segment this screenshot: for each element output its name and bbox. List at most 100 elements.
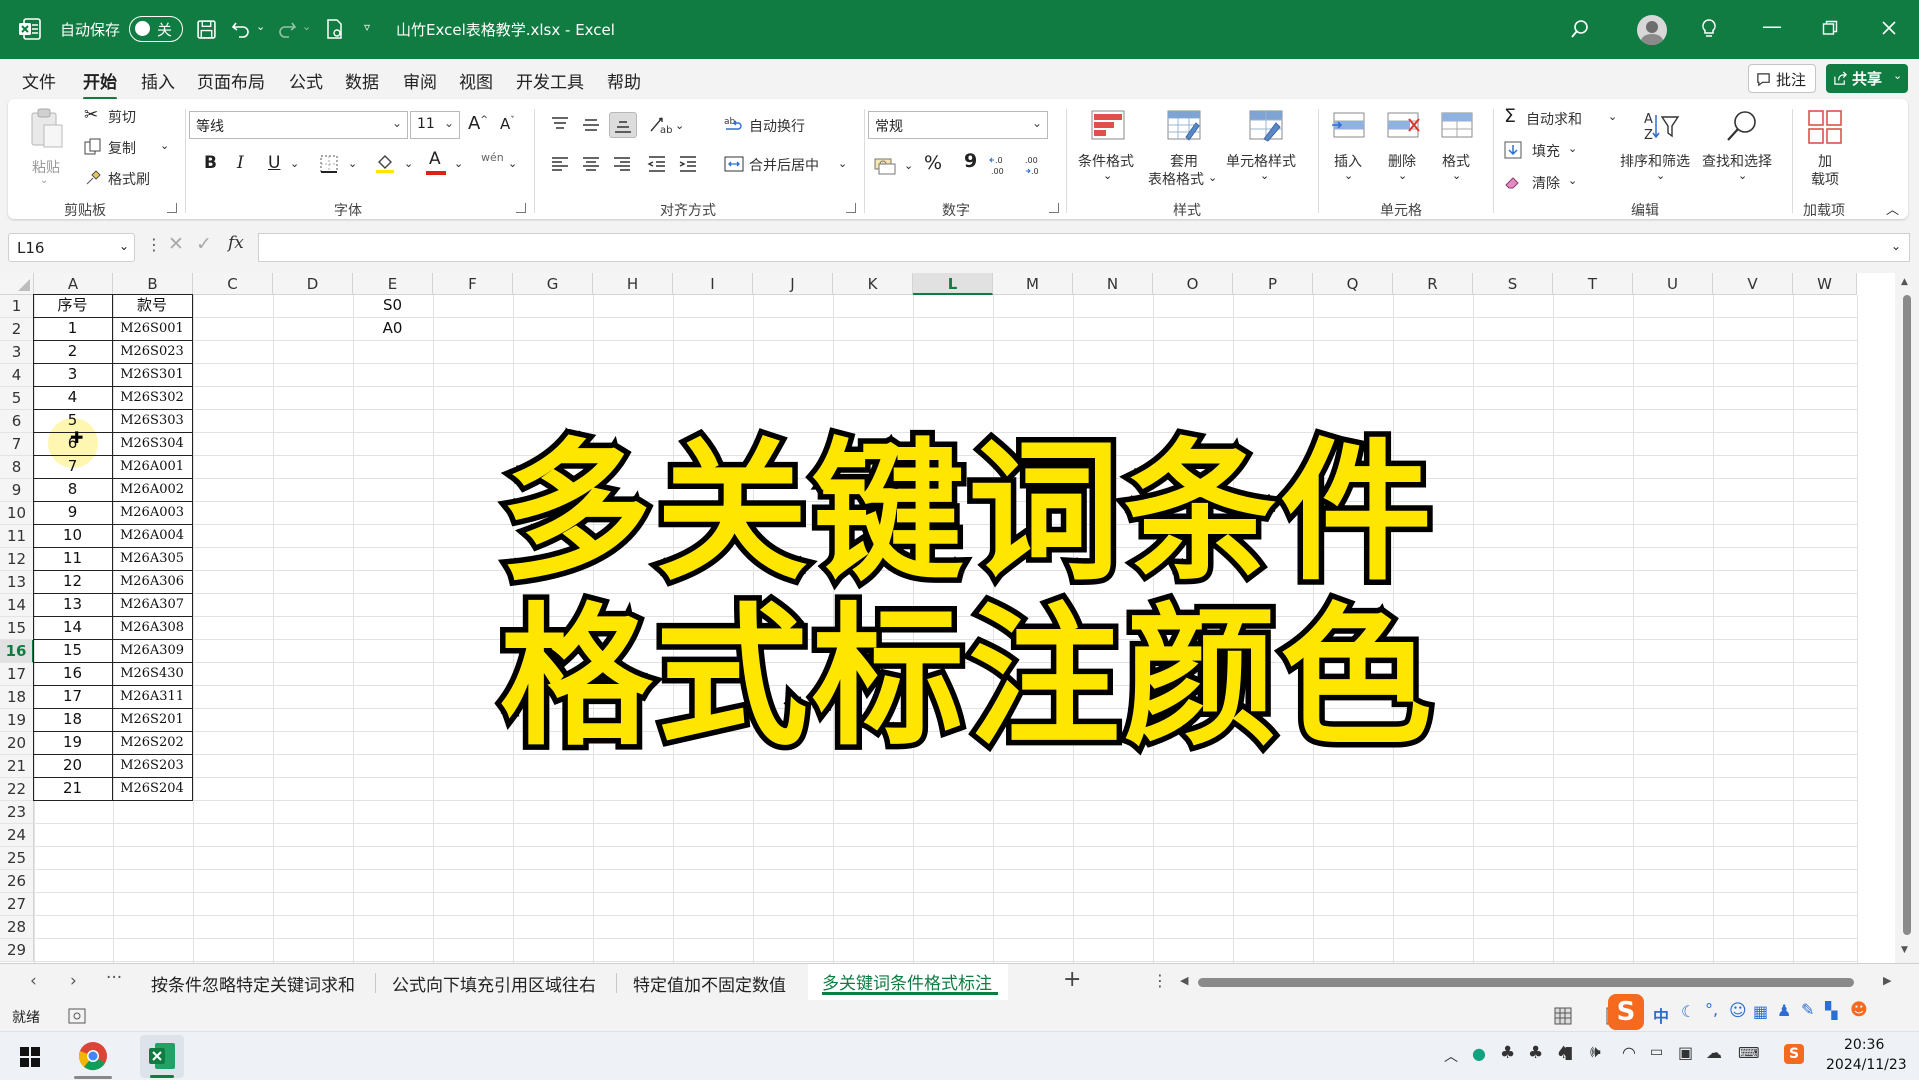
delete-cells-button[interactable]: 删除 ⌄	[1378, 107, 1428, 199]
table-header-seq[interactable]: 序号	[33, 294, 113, 318]
cell-seq[interactable]: 19	[33, 731, 113, 755]
font-name-dropdown[interactable]: 等线 ⌄	[189, 111, 408, 139]
ime-punct-icon[interactable]: °,	[1705, 1000, 1718, 1019]
phonetic-icon[interactable]: wén	[481, 151, 504, 164]
cell-code[interactable]: M26S023	[112, 340, 193, 364]
decrease-font-size-icon[interactable]: Aˇ	[500, 115, 515, 133]
cell-code[interactable]: M26S303	[112, 409, 193, 433]
onedrive-icon[interactable]: ☁	[1706, 1043, 1722, 1062]
row-header-4[interactable]: 4	[0, 364, 34, 387]
row-header-3[interactable]: 3	[0, 341, 34, 364]
clock-time[interactable]: 20:36	[1844, 1037, 1884, 1053]
qq-tray-icon-2[interactable]: ♣	[1528, 1043, 1543, 1063]
cell-seq[interactable]: 11	[33, 547, 113, 571]
borders-icon[interactable]	[319, 154, 339, 174]
increase-decimal-icon[interactable]: .0.00	[989, 154, 1013, 176]
tab-split-handle-icon[interactable]: ⋮	[1152, 971, 1168, 990]
row-header-18[interactable]: 18	[0, 686, 34, 709]
sheet-tab-1[interactable]: 按条件忽略特定关键词求和	[151, 971, 355, 996]
row-header-6[interactable]: 6	[0, 410, 34, 433]
cell-styles-button[interactable]: 单元格样式 ⌄	[1222, 107, 1306, 199]
cell-seq[interactable]: 17	[33, 685, 113, 709]
notification-app-icon[interactable]: ▣	[1678, 1043, 1693, 1062]
row-header-25[interactable]: 25	[0, 847, 34, 870]
row-header-28[interactable]: 28	[0, 916, 34, 939]
menu-insert[interactable]: 插入	[141, 68, 175, 93]
collapse-ribbon-icon[interactable]: ︿	[1886, 199, 1899, 218]
column-header-j[interactable]: J	[753, 273, 833, 295]
battery-icon[interactable]: ▭	[1650, 1044, 1663, 1060]
cancel-entry-icon[interactable]: ✕	[168, 233, 184, 255]
align-top-icon[interactable]	[550, 115, 570, 135]
column-header-q[interactable]: Q	[1313, 273, 1393, 295]
ime-mascot-icon[interactable]: ☻	[1850, 1000, 1868, 1020]
align-left-icon[interactable]	[550, 154, 570, 174]
sheet-tab-4[interactable]: 多关键词条件格式标注	[822, 969, 992, 994]
underline-button[interactable]: U	[268, 153, 280, 173]
cell-seq[interactable]: 1	[33, 317, 113, 341]
column-header-m[interactable]: M	[993, 273, 1073, 295]
row-header-2[interactable]: 2	[0, 318, 34, 341]
conditional-formatting-button[interactable]: 条件格式 ⌄	[1072, 107, 1144, 199]
cell-code[interactable]: M26A002	[112, 478, 193, 502]
cell-code[interactable]: M26S201	[112, 708, 193, 732]
font-launcher-icon[interactable]	[516, 203, 526, 213]
qq-tray-icon[interactable]: ♣	[1500, 1043, 1515, 1063]
scroll-right-icon[interactable]: ▶	[1883, 974, 1891, 987]
search-icon[interactable]	[1569, 18, 1591, 40]
column-header-o[interactable]: O	[1153, 273, 1233, 295]
scroll-up-icon[interactable]: ▲	[1901, 277, 1908, 287]
scroll-down-icon[interactable]: ▼	[1901, 945, 1908, 955]
cell-seq[interactable]: 18	[33, 708, 113, 732]
insert-function-icon[interactable]: fx	[228, 233, 244, 253]
cell-code[interactable]: M26A311	[112, 685, 193, 709]
column-header-r[interactable]: R	[1393, 273, 1473, 295]
cell-code[interactable]: M26A306	[112, 570, 193, 594]
more-options-icon[interactable]: ⋮	[146, 235, 162, 254]
cut-button[interactable]: ✂ 剪切	[84, 105, 164, 129]
column-header-f[interactable]: F	[433, 273, 513, 295]
italic-button[interactable]: I	[237, 153, 244, 173]
menu-file[interactable]: 文件	[22, 68, 56, 93]
formula-input[interactable]: ⌄	[258, 233, 1910, 262]
menu-data[interactable]: 数据	[345, 68, 379, 93]
undo-icon[interactable]	[230, 18, 252, 40]
row-header-17[interactable]: 17	[0, 663, 34, 686]
orientation-icon[interactable]: ab	[648, 113, 672, 135]
cell-code[interactable]: M26S001	[112, 317, 193, 341]
microphone-icon[interactable]: ▮	[1564, 1043, 1573, 1063]
alignment-launcher-icon[interactable]	[846, 203, 856, 213]
copy-button[interactable]: 复制 ⌄	[84, 136, 174, 160]
ime-user-icon[interactable]: ♟	[1777, 1001, 1791, 1020]
cell-code[interactable]: M26S302	[112, 386, 193, 410]
align-middle-icon[interactable]	[581, 115, 601, 135]
column-header-d[interactable]: D	[273, 273, 353, 295]
cell-seq[interactable]: 14	[33, 616, 113, 640]
clock-date[interactable]: 2024/11/23	[1826, 1057, 1907, 1073]
comma-style-button[interactable]: 9	[964, 150, 977, 172]
cell-code[interactable]: M26A001	[112, 455, 193, 479]
row-header-8[interactable]: 8	[0, 456, 34, 479]
cell-seq[interactable]: 16	[33, 662, 113, 686]
column-header-c[interactable]: C	[193, 273, 273, 295]
cell-keyword[interactable]: S0	[352, 294, 433, 318]
format-as-table-button[interactable]: 套用 表格格式 ⌄	[1144, 107, 1222, 199]
column-header-w[interactable]: W	[1793, 273, 1857, 295]
font-color-icon[interactable]: A	[426, 149, 446, 177]
column-header-b[interactable]: B	[113, 273, 193, 295]
menu-page-layout[interactable]: 页面布局	[197, 68, 265, 93]
cell-code[interactable]: M26S204	[112, 777, 193, 801]
clipboard-launcher-icon[interactable]	[167, 203, 177, 213]
increase-indent-icon[interactable]	[678, 154, 698, 174]
number-format-dropdown[interactable]: 常规 ⌄	[868, 111, 1048, 139]
row-header-5[interactable]: 5	[0, 387, 34, 410]
save-icon[interactable]	[196, 19, 217, 40]
tray-overflow-icon[interactable]: ︿	[1444, 1046, 1458, 1066]
confirm-entry-icon[interactable]: ✓	[196, 233, 212, 255]
vertical-scrollbar[interactable]: ▲ ▼	[1895, 273, 1919, 963]
sheet-prev-icon[interactable]: ‹	[30, 971, 37, 991]
row-header-27[interactable]: 27	[0, 893, 34, 916]
addins-button[interactable]: 加 载项	[1798, 107, 1852, 199]
cell-code[interactable]: M26S203	[112, 754, 193, 778]
cell-seq[interactable]: 4	[33, 386, 113, 410]
